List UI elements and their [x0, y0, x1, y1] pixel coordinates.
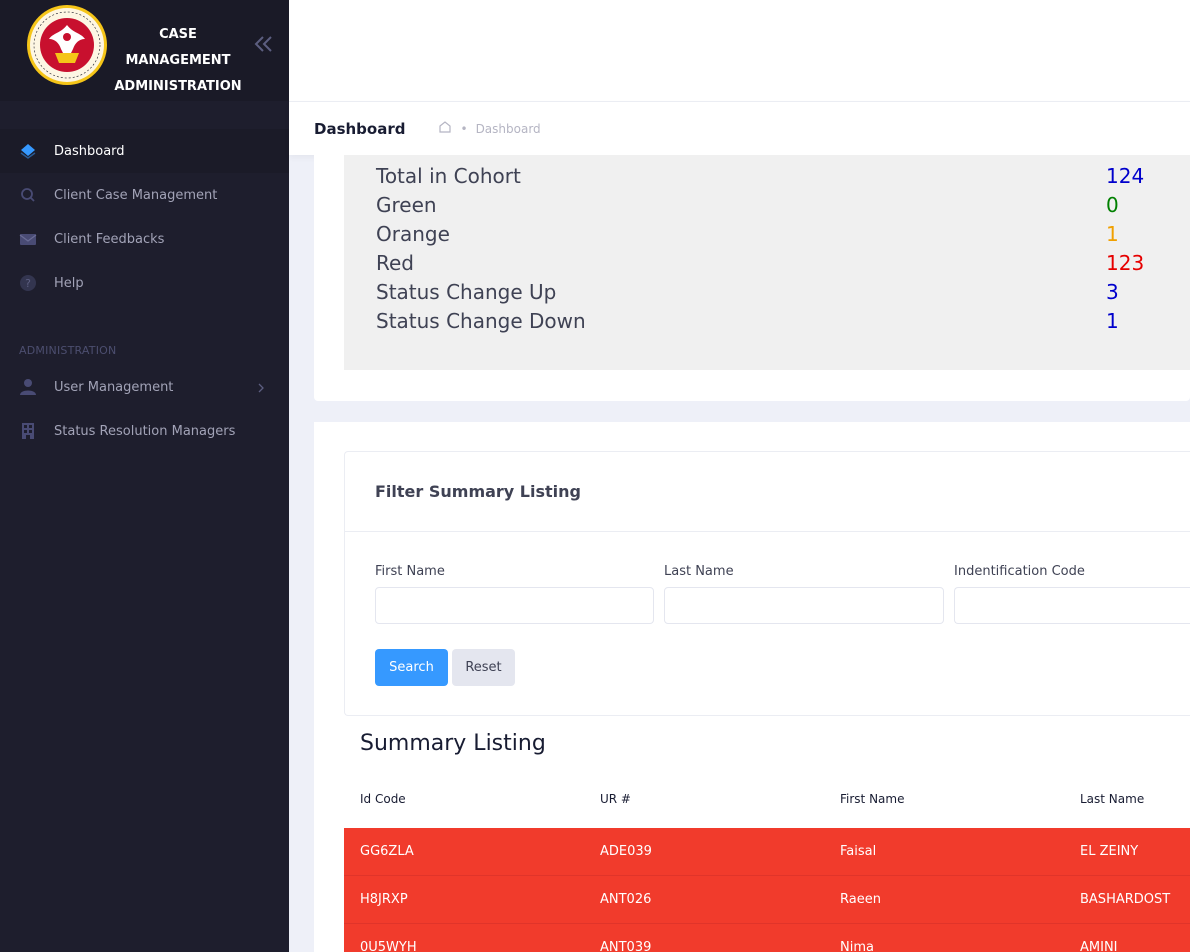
- stat-row-orange: Orange 1: [376, 222, 1156, 251]
- help-icon: ?: [19, 274, 37, 292]
- sidebar-item-label: Status Resolution Managers: [54, 423, 236, 439]
- authority-emblem-icon[interactable]: [25, 3, 109, 87]
- stat-value: 0: [1106, 193, 1119, 217]
- subheader: Dashboard • Dashboard: [289, 101, 1190, 155]
- sidebar-item-label: Dashboard: [54, 143, 125, 159]
- stat-label: Status Change Up: [376, 280, 557, 304]
- last-name-label: Last Name: [664, 564, 734, 579]
- reset-button[interactable]: Reset: [452, 649, 515, 686]
- breadcrumb-dashboard-link[interactable]: Dashboard: [476, 122, 541, 136]
- brand-header: CASE MANAGEMENT ADMINISTRATION: [0, 0, 289, 101]
- stat-row-status-change-down: Status Change Down 1: [376, 309, 1156, 338]
- cohort-stats-card: Total in Cohort 124 Green 0 Orange 1 Red…: [314, 155, 1190, 401]
- stat-row-green: Green 0: [376, 193, 1156, 222]
- first-name-label: First Name: [375, 564, 445, 579]
- column-header-first-name[interactable]: First Name: [840, 792, 904, 806]
- chevron-right-icon: [257, 380, 265, 394]
- sidebar-section-administration: ADMINISTRATION: [19, 344, 117, 357]
- stat-label: Green: [376, 193, 437, 217]
- stat-label: Total in Cohort: [376, 164, 521, 188]
- user-icon: [19, 378, 37, 396]
- table-header: Id Code UR # First Name Last Name: [344, 782, 1190, 828]
- stat-value: 1: [1106, 222, 1119, 246]
- layers-icon: [19, 142, 37, 160]
- stat-value: 124: [1106, 164, 1145, 188]
- stat-value: 3: [1106, 280, 1119, 304]
- app-title-line2: ADMINISTRATION: [114, 79, 242, 94]
- summary-card: Filter Summary Listing First Name Last N…: [314, 422, 1190, 952]
- identification-code-input[interactable]: [954, 587, 1190, 624]
- sidebar-item-status-resolution-managers[interactable]: Status Resolution Managers: [0, 409, 289, 453]
- column-header-last-name[interactable]: Last Name: [1080, 792, 1144, 806]
- stat-row-red: Red 123: [376, 251, 1156, 280]
- stat-value: 1: [1106, 309, 1119, 333]
- sidebar-item-label: User Management: [54, 379, 174, 395]
- sidebar-item-client-feedbacks[interactable]: Client Feedbacks: [0, 217, 289, 261]
- cohort-stats-panel: Total in Cohort 124 Green 0 Orange 1 Red…: [344, 155, 1190, 370]
- stat-value: 123: [1106, 251, 1145, 275]
- stat-row-status-change-up: Status Change Up 3: [376, 280, 1156, 309]
- cell-id-code: GG6ZLA: [360, 844, 414, 859]
- mail-icon: [19, 230, 37, 248]
- sidebar-item-dashboard[interactable]: Dashboard: [0, 129, 289, 173]
- identification-code-field: Indentification Code: [954, 564, 1190, 624]
- svg-text:?: ?: [25, 277, 31, 290]
- first-name-field: First Name: [375, 564, 654, 624]
- sidebar-item-client-case-management[interactable]: Client Case Management: [0, 173, 289, 217]
- breadcrumb-separator: •: [460, 121, 468, 136]
- summary-listing-title: Summary Listing: [360, 731, 546, 756]
- cell-id-code: H8JRXP: [360, 892, 408, 907]
- breadcrumb: • Dashboard: [438, 120, 541, 137]
- stat-label: Red: [376, 251, 414, 275]
- first-name-input[interactable]: [375, 587, 654, 624]
- table-row[interactable]: GG6ZLA ADE039 Faisal EL ZEINY: [344, 828, 1190, 876]
- sidebar-item-user-management[interactable]: User Management: [0, 365, 289, 409]
- column-header-id-code[interactable]: Id Code: [360, 792, 406, 806]
- home-icon[interactable]: [438, 120, 452, 137]
- last-name-field: Last Name: [664, 564, 944, 624]
- search-button[interactable]: Search: [375, 649, 448, 686]
- sidebar-item-label: Client Case Management: [54, 187, 218, 203]
- sidebar-item-label: Help: [54, 275, 84, 291]
- cell-last-name: AMINI: [1080, 940, 1118, 952]
- app-title: CASE MANAGEMENT ADMINISTRATION: [114, 22, 242, 100]
- stat-label: Orange: [376, 222, 450, 246]
- cell-id-code: 0U5WYH: [360, 940, 417, 952]
- cell-ur: ANT026: [600, 892, 652, 907]
- cell-first-name: Nima: [840, 940, 874, 952]
- last-name-input[interactable]: [664, 587, 944, 624]
- cell-ur: ANT039: [600, 940, 652, 952]
- cell-first-name: Faisal: [840, 844, 877, 859]
- cell-ur: ADE039: [600, 844, 652, 859]
- page-title: Dashboard: [314, 119, 406, 138]
- stat-row-total: Total in Cohort 124: [376, 164, 1156, 193]
- top-header: [289, 0, 1190, 101]
- table-row[interactable]: 0U5WYH ANT039 Nima AMINI: [344, 924, 1190, 952]
- sidebar-item-label: Client Feedbacks: [54, 231, 165, 247]
- cell-first-name: Raeen: [840, 892, 881, 907]
- search-icon: [19, 186, 37, 204]
- filter-panel: Filter Summary Listing First Name Last N…: [344, 451, 1190, 716]
- sidebar-item-help[interactable]: ? Help: [0, 261, 289, 305]
- identification-code-label: Indentification Code: [954, 564, 1085, 579]
- table-row[interactable]: H8JRXP ANT026 Raeen BASHARDOST: [344, 876, 1190, 924]
- cell-last-name: EL ZEINY: [1080, 844, 1139, 859]
- app-title-line1: CASE MANAGEMENT: [125, 27, 231, 68]
- stat-label: Status Change Down: [376, 309, 586, 333]
- filter-title: Filter Summary Listing: [345, 452, 1190, 532]
- building-icon: [19, 422, 37, 440]
- column-header-ur[interactable]: UR #: [600, 792, 631, 806]
- collapse-sidebar-icon[interactable]: [252, 30, 276, 58]
- sidebar-nav: Dashboard Client Case Management Client …: [0, 129, 289, 453]
- cell-last-name: BASHARDOST: [1080, 892, 1171, 907]
- sidebar: CASE MANAGEMENT ADMINISTRATION Dashboard: [0, 0, 289, 952]
